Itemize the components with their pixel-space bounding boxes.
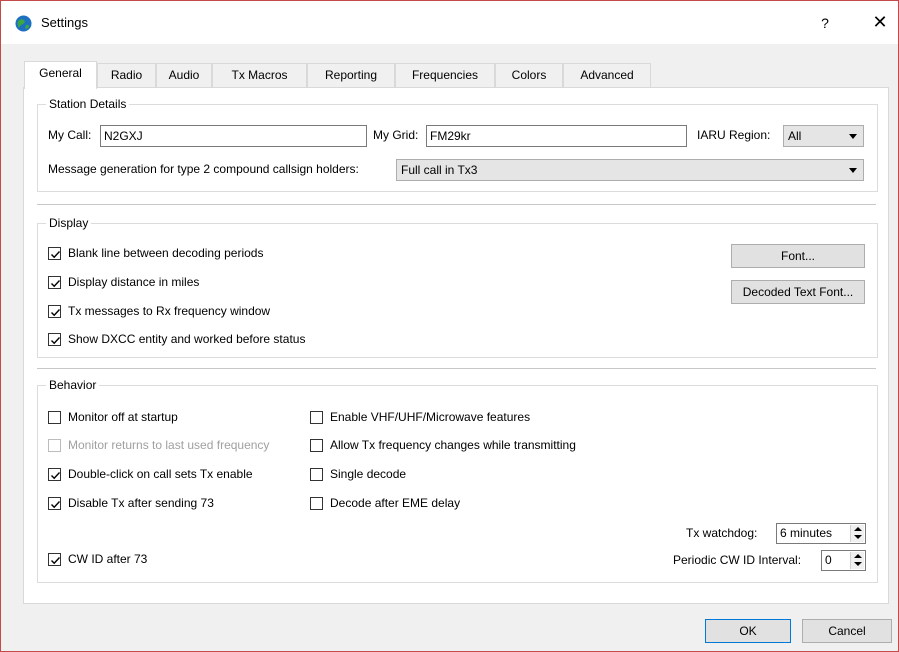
cw-id-checkbox[interactable]: CW ID after 73 xyxy=(48,552,208,568)
monitor-returns-label: Monitor returns to last used frequency xyxy=(68,438,270,452)
double-click-checkbox[interactable]: Double-click on call sets Tx enable xyxy=(48,467,288,483)
double-click-label: Double-click on call sets Tx enable xyxy=(68,467,253,481)
separator xyxy=(37,204,876,205)
window-title: Settings xyxy=(41,15,88,30)
allow-tx-freq-checkbox[interactable]: Allow Tx frequency changes while transmi… xyxy=(310,438,630,454)
periodic-cw-id-label: Periodic CW ID Interval: xyxy=(673,553,802,567)
my-grid-input[interactable]: FM29kr xyxy=(426,125,687,147)
tx-to-rx-checkbox[interactable]: Tx messages to Rx frequency window xyxy=(48,304,308,320)
checkbox-box xyxy=(310,439,323,452)
blank-line-label: Blank line between decoding periods xyxy=(68,246,264,260)
station-details-group: Station Details My Call: N2GXJ My Grid: … xyxy=(37,97,878,192)
distance-miles-label: Display distance in miles xyxy=(68,275,200,289)
my-call-input[interactable]: N2GXJ xyxy=(100,125,367,147)
vhf-features-checkbox[interactable]: Enable VHF/UHF/Microwave features xyxy=(310,410,570,426)
spin-arrows[interactable] xyxy=(850,552,864,569)
check-icon xyxy=(51,309,61,317)
blank-line-checkbox[interactable]: Blank line between decoding periods xyxy=(48,246,308,262)
allow-tx-freq-label: Allow Tx frequency changes while transmi… xyxy=(330,438,576,452)
eme-delay-checkbox[interactable]: Decode after EME delay xyxy=(310,496,530,512)
ok-button[interactable]: OK xyxy=(705,619,791,643)
chevron-down-icon xyxy=(849,134,857,139)
iaru-region-select[interactable]: All xyxy=(783,125,864,147)
disable-tx-checkbox[interactable]: Disable Tx after sending 73 xyxy=(48,496,288,512)
display-group: Display Blank line between decoding peri… xyxy=(37,216,878,358)
iaru-region-label: IARU Region: xyxy=(697,128,771,142)
settings-window: Settings ? ✕ General Radio Audio Tx Macr… xyxy=(0,0,899,652)
checkbox-box xyxy=(48,497,61,510)
tx-watchdog-label: Tx watchdog: xyxy=(686,526,758,540)
cw-id-label: CW ID after 73 xyxy=(68,552,148,566)
spin-up-icon xyxy=(854,527,862,531)
checkbox-box xyxy=(310,497,323,510)
checkbox-box xyxy=(48,411,61,424)
single-decode-checkbox[interactable]: Single decode xyxy=(310,467,470,483)
behavior-group: Behavior Monitor off at startup Monitor … xyxy=(37,378,878,583)
periodic-cw-id-value: 0 xyxy=(825,553,832,567)
checkbox-box xyxy=(48,439,61,452)
checkbox-box xyxy=(48,276,61,289)
tab-advanced[interactable]: Advanced xyxy=(563,63,651,88)
single-decode-label: Single decode xyxy=(330,467,407,481)
my-grid-label: My Grid: xyxy=(373,128,419,142)
iaru-region-value: All xyxy=(788,129,802,143)
check-icon xyxy=(51,280,61,288)
check-icon xyxy=(51,557,61,565)
my-call-label: My Call: xyxy=(48,128,92,142)
check-icon xyxy=(51,251,61,259)
tx-watchdog-value: 6 minutes xyxy=(780,526,833,540)
monitor-returns-checkbox[interactable]: Monitor returns to last used frequency xyxy=(48,438,308,454)
checkbox-box xyxy=(48,247,61,260)
msg-gen-label: Message generation for type 2 compound c… xyxy=(48,162,359,176)
tx-watchdog-spinbox[interactable]: 6 minutes xyxy=(776,523,866,544)
msg-gen-select[interactable]: Full call in Tx3 xyxy=(396,159,864,181)
display-title: Display xyxy=(46,216,92,230)
dxcc-status-label: Show DXCC entity and worked before statu… xyxy=(68,332,306,346)
checkbox-box xyxy=(310,411,323,424)
close-button[interactable]: ✕ xyxy=(867,9,893,35)
spin-down-icon xyxy=(854,535,862,539)
check-icon xyxy=(51,472,61,480)
tab-colors[interactable]: Colors xyxy=(495,63,563,88)
station-details-title: Station Details xyxy=(46,97,130,111)
check-icon xyxy=(51,501,61,509)
checkbox-box xyxy=(310,468,323,481)
separator xyxy=(37,368,876,369)
tab-tx-macros[interactable]: Tx Macros xyxy=(212,63,307,88)
font-button[interactable]: Font... xyxy=(731,244,865,268)
decoded-text-font-button[interactable]: Decoded Text Font... xyxy=(731,280,865,304)
periodic-cw-id-spinbox[interactable]: 0 xyxy=(821,550,866,571)
spin-up-icon xyxy=(854,554,862,558)
checkbox-box xyxy=(48,333,61,346)
app-icon xyxy=(15,15,32,32)
title-bar: Settings ? ✕ xyxy=(1,0,898,44)
msg-gen-value: Full call in Tx3 xyxy=(401,163,478,177)
help-button[interactable]: ? xyxy=(813,11,837,35)
tab-reporting[interactable]: Reporting xyxy=(307,63,395,88)
general-tab-panel: Station Details My Call: N2GXJ My Grid: … xyxy=(23,87,889,604)
spin-arrows[interactable] xyxy=(850,525,864,542)
dxcc-status-checkbox[interactable]: Show DXCC entity and worked before statu… xyxy=(48,332,348,348)
monitor-off-checkbox[interactable]: Monitor off at startup xyxy=(48,410,288,426)
tab-audio[interactable]: Audio xyxy=(156,63,212,88)
tab-frequencies[interactable]: Frequencies xyxy=(395,63,495,88)
chevron-down-icon xyxy=(849,168,857,173)
monitor-off-label: Monitor off at startup xyxy=(68,410,178,424)
checkbox-box xyxy=(48,468,61,481)
disable-tx-label: Disable Tx after sending 73 xyxy=(68,496,214,510)
tx-to-rx-label: Tx messages to Rx frequency window xyxy=(68,304,271,318)
tab-general[interactable]: General xyxy=(24,61,97,89)
behavior-title: Behavior xyxy=(46,378,100,392)
tab-radio[interactable]: Radio xyxy=(97,63,156,88)
cancel-button[interactable]: Cancel xyxy=(802,619,892,643)
check-icon xyxy=(51,337,61,345)
checkbox-box xyxy=(48,553,61,566)
spin-down-icon xyxy=(854,562,862,566)
vhf-features-label: Enable VHF/UHF/Microwave features xyxy=(330,410,531,424)
checkbox-box xyxy=(48,305,61,318)
eme-delay-label: Decode after EME delay xyxy=(330,496,461,510)
distance-miles-checkbox[interactable]: Display distance in miles xyxy=(48,275,248,291)
